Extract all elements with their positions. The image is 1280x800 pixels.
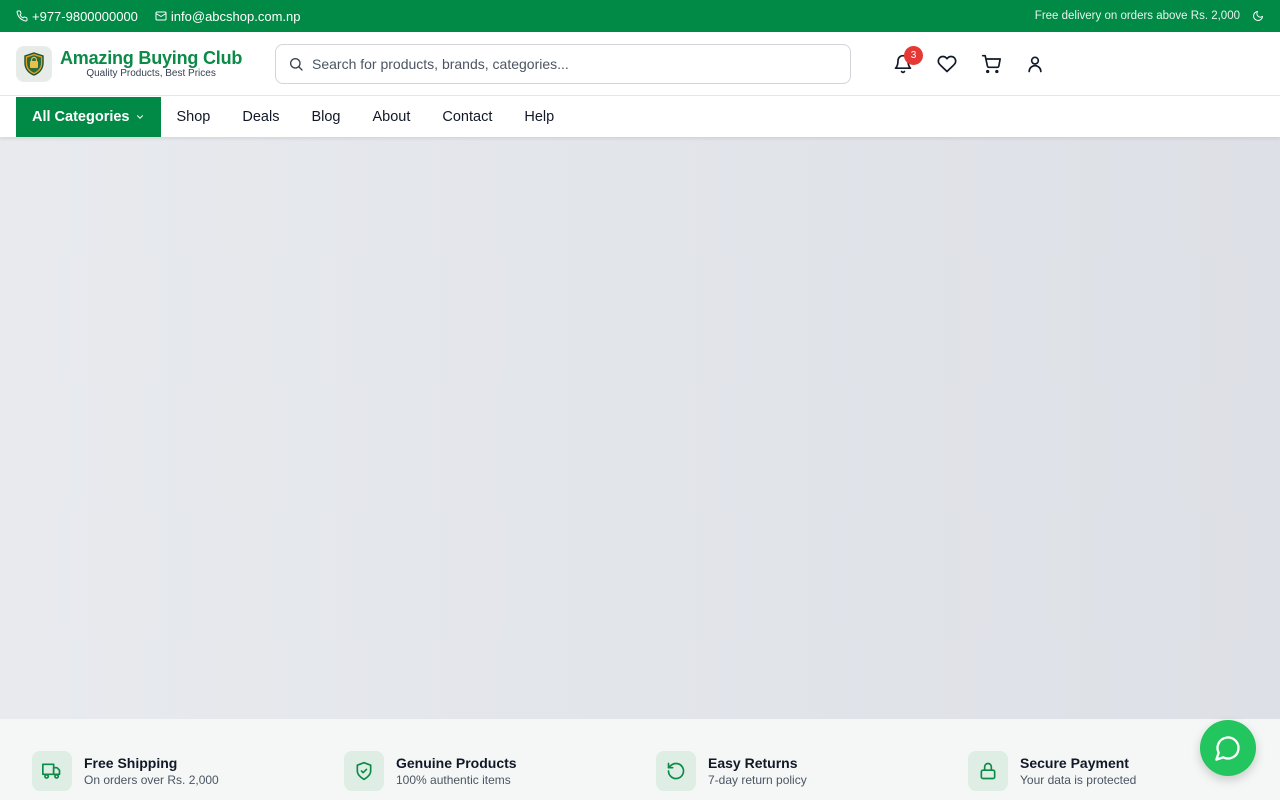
chevron-down-icon (136, 114, 143, 119)
feature-title: Genuine Products (396, 755, 517, 771)
rotate-ccw-icon (667, 762, 685, 780)
feature-genuine-products: Genuine Products 100% authentic items (344, 751, 656, 800)
search-bar (275, 43, 851, 84)
nav-link-blog[interactable]: Blog (311, 109, 340, 125)
brand-tagline: Quality Products, Best Prices (86, 67, 216, 79)
site-header: Amazing Buying Club Quality Products, Be… (0, 32, 1280, 96)
feature-subtitle: On orders over Rs. 2,000 (84, 773, 219, 787)
brand-logo (16, 45, 52, 82)
features-strip: Free Shipping On orders over Rs. 2,000 G… (0, 719, 1280, 800)
search-input[interactable] (312, 55, 838, 72)
chat-button[interactable] (1200, 720, 1256, 776)
feature-title: Easy Returns (708, 755, 798, 771)
nav-link-contact[interactable]: Contact (442, 109, 492, 125)
phone-number: +977-9800000000 (32, 8, 138, 24)
search-icon (290, 57, 303, 71)
nav-link-shop[interactable]: Shop (177, 109, 211, 125)
nav-link-about[interactable]: About (372, 109, 410, 125)
mail-icon (155, 11, 167, 21)
feature-free-shipping: Free Shipping On orders over Rs. 2,000 (32, 751, 344, 800)
email-link[interactable]: info@abcshop.com.np (155, 8, 301, 24)
top-bar: +977-9800000000 info@abcshop.com.np Free… (0, 0, 1280, 32)
message-circle-icon (1215, 736, 1240, 761)
all-categories-label: All Categories (32, 108, 130, 125)
notifications-button[interactable]: 3 (883, 44, 923, 84)
email-address: info@abcshop.com.np (170, 8, 301, 24)
brand-name: Amazing Buying Club (60, 47, 243, 68)
feature-subtitle: 100% authentic items (396, 773, 511, 787)
phone-link[interactable]: +977-9800000000 (16, 9, 138, 24)
main-nav: All Categories Shop Deals Blog About Con… (0, 96, 1280, 137)
phone-icon (16, 10, 28, 22)
feature-easy-returns: Easy Returns 7-day return policy (656, 751, 968, 800)
shopping-bag-shield-icon (24, 51, 44, 76)
nav-link-help[interactable]: Help (524, 109, 554, 125)
all-categories-button[interactable]: All Categories (16, 96, 161, 137)
brand-home-link[interactable]: Amazing Buying Club Quality Products, Be… (16, 45, 275, 82)
moon-icon (1253, 11, 1263, 21)
notification-badge: 3 (904, 45, 923, 65)
hero-banner-placeholder (0, 137, 1280, 719)
feature-subtitle: 7-day return policy (708, 773, 807, 787)
delivery-promo: Free delivery on orders above Rs. 2,000 (1034, 10, 1240, 22)
feature-icon-box (344, 751, 384, 791)
account-button[interactable] (1015, 44, 1055, 84)
heart-icon (937, 55, 957, 72)
wishlist-button[interactable] (927, 44, 967, 84)
feature-title: Secure Payment (1020, 755, 1129, 771)
feature-title: Free Shipping (84, 755, 178, 771)
feature-icon-box (968, 751, 1008, 791)
cart-button[interactable] (971, 44, 1011, 84)
nav-link-deals[interactable]: Deals (242, 109, 279, 125)
truck-icon (42, 763, 61, 779)
feature-icon-box (32, 751, 72, 791)
lock-icon (980, 762, 996, 780)
shield-check-icon (356, 761, 372, 781)
user-icon (1028, 56, 1042, 72)
theme-toggle[interactable] (1252, 10, 1264, 22)
feature-icon-box (656, 751, 696, 791)
shopping-cart-icon (981, 54, 1001, 73)
header-actions: 3 (883, 44, 1059, 84)
feature-subtitle: Your data is protected (1020, 773, 1137, 787)
